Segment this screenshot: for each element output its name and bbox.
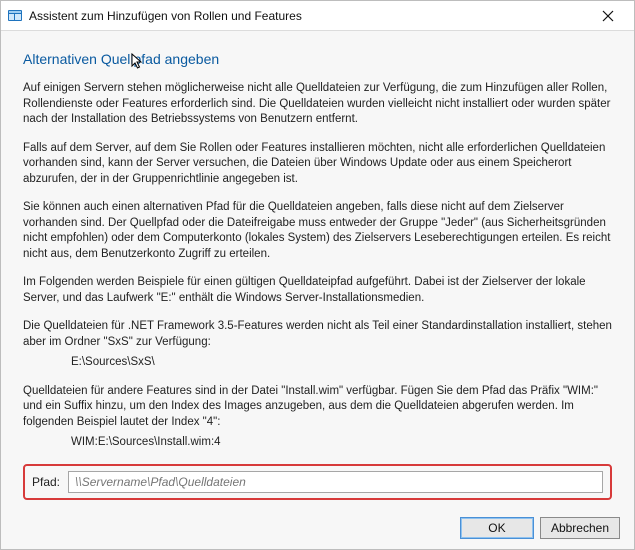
path-label: Pfad: bbox=[32, 475, 60, 489]
app-icon bbox=[7, 8, 23, 24]
page-heading: Alternativen Quellpfad angeben bbox=[23, 51, 612, 67]
paragraph-4: Im Folgenden werden Beispiele für einen … bbox=[23, 275, 612, 306]
title-bar: Assistent zum Hinzufügen von Rollen und … bbox=[1, 1, 634, 31]
paragraph-5: Die Quelldateien für .NET Framework 3.5-… bbox=[23, 319, 612, 350]
cancel-button[interactable]: Abbrechen bbox=[540, 517, 620, 539]
path-input[interactable] bbox=[68, 471, 603, 493]
example-path-wim: WIM:E:\Sources\Install.wim:4 bbox=[23, 435, 612, 451]
example-path-sxs: E:\Sources\SxS\ bbox=[23, 355, 612, 371]
close-button[interactable] bbox=[588, 2, 628, 30]
close-icon bbox=[602, 10, 614, 22]
dialog-content: Alternativen Quellpfad angeben Auf einig… bbox=[1, 31, 634, 500]
paragraph-2: Falls auf dem Server, auf dem Sie Rollen… bbox=[23, 141, 612, 188]
paragraph-1: Auf einigen Servern stehen möglicherweis… bbox=[23, 81, 612, 128]
ok-button[interactable]: OK bbox=[460, 517, 534, 539]
paragraph-6: Quelldateien für andere Features sind in… bbox=[23, 384, 612, 431]
dialog-footer: OK Abbrechen bbox=[460, 517, 620, 539]
path-input-row: Pfad: bbox=[23, 464, 612, 500]
paragraph-3: Sie können auch einen alternativen Pfad … bbox=[23, 200, 612, 262]
window-title: Assistent zum Hinzufügen von Rollen und … bbox=[29, 9, 588, 23]
heading-text: Alternativen Quellpfad angeben bbox=[23, 51, 219, 67]
